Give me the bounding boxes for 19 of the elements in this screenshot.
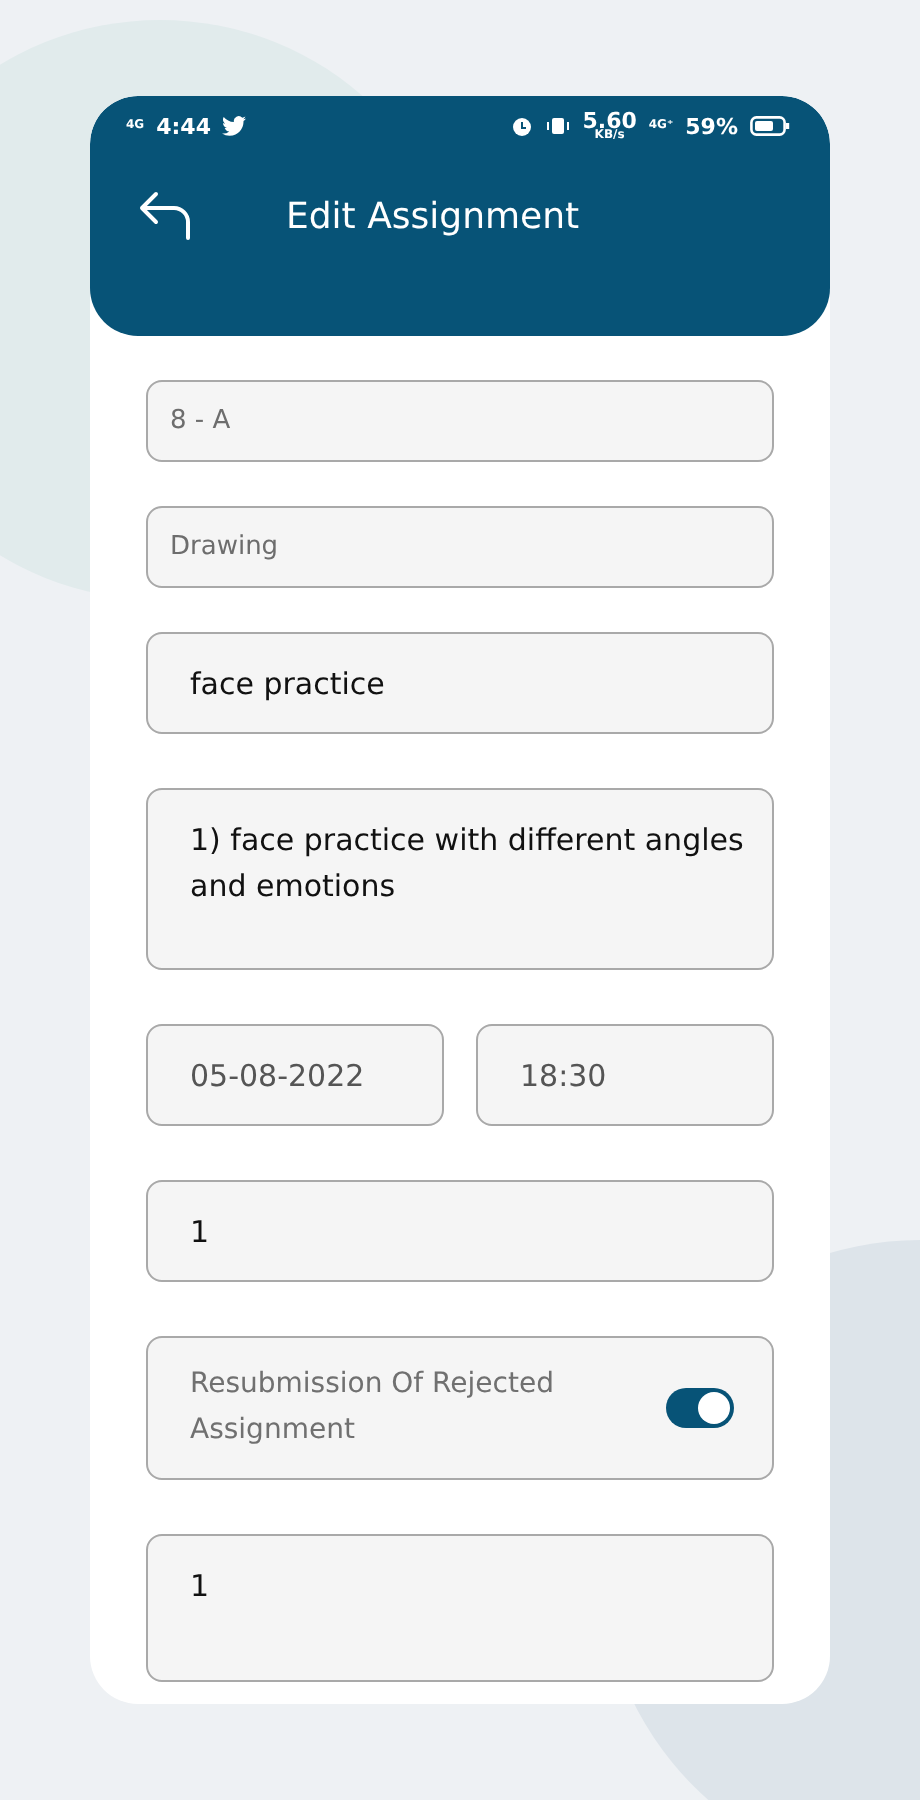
- screen-title: Edit Assignment: [286, 195, 580, 237]
- text-field[interactable]: 8 - A: [146, 380, 774, 462]
- text-area[interactable]: 1) face practice with different angles and emotions: [146, 788, 774, 970]
- text-area[interactable]: 1: [146, 1534, 774, 1682]
- time-field[interactable]: 18:30: [476, 1024, 774, 1126]
- input-field[interactable]: face practice: [146, 632, 774, 734]
- speed-value: 5.60: [582, 111, 637, 129]
- toggle-switch[interactable]: [666, 1388, 734, 1428]
- bird-icon: [222, 116, 247, 136]
- alarm-clock-icon: [510, 114, 535, 138]
- vibrate-icon: [546, 114, 571, 138]
- battery-icon: [750, 116, 790, 136]
- back-arrow-icon[interactable]: [138, 190, 194, 242]
- input-field[interactable]: 1: [146, 1180, 774, 1282]
- battery-percent: 59%: [685, 113, 738, 139]
- toggle-label: Resubmission Of Rejected Assignment: [190, 1366, 556, 1450]
- date-field[interactable]: 05-08-2022: [146, 1024, 444, 1126]
- text-field[interactable]: Drawing: [146, 506, 774, 588]
- clock: 4:44: [156, 113, 211, 139]
